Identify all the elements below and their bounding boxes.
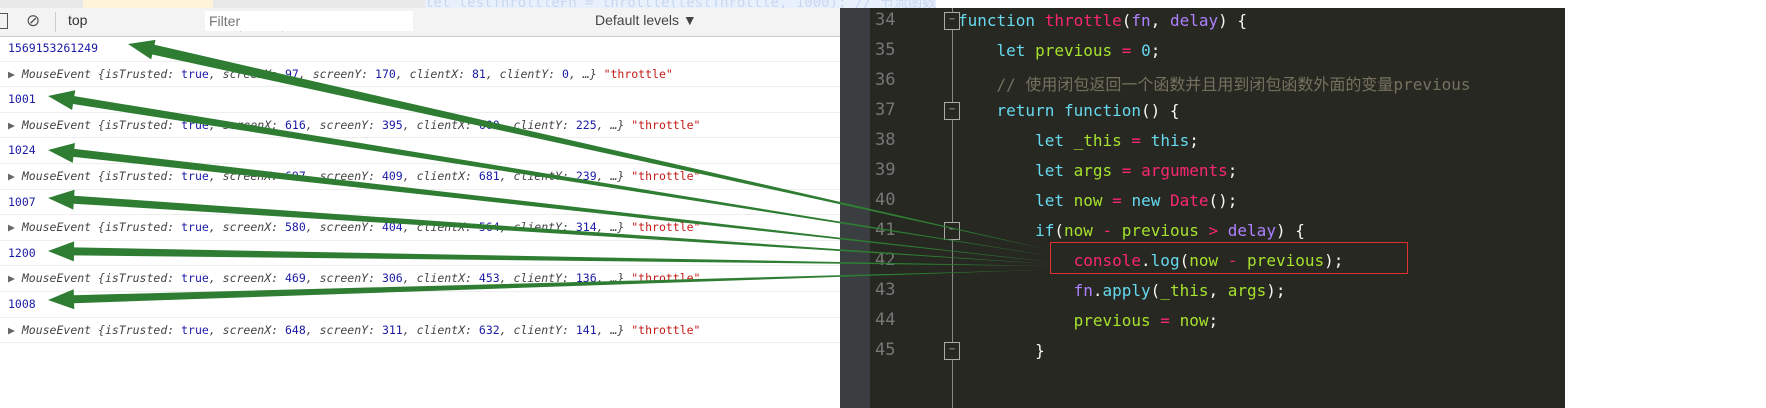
arrow — [128, 39, 1050, 250]
arrow — [48, 270, 1040, 310]
annotation-arrows — [48, 39, 1050, 310]
arrow — [48, 142, 1050, 262]
